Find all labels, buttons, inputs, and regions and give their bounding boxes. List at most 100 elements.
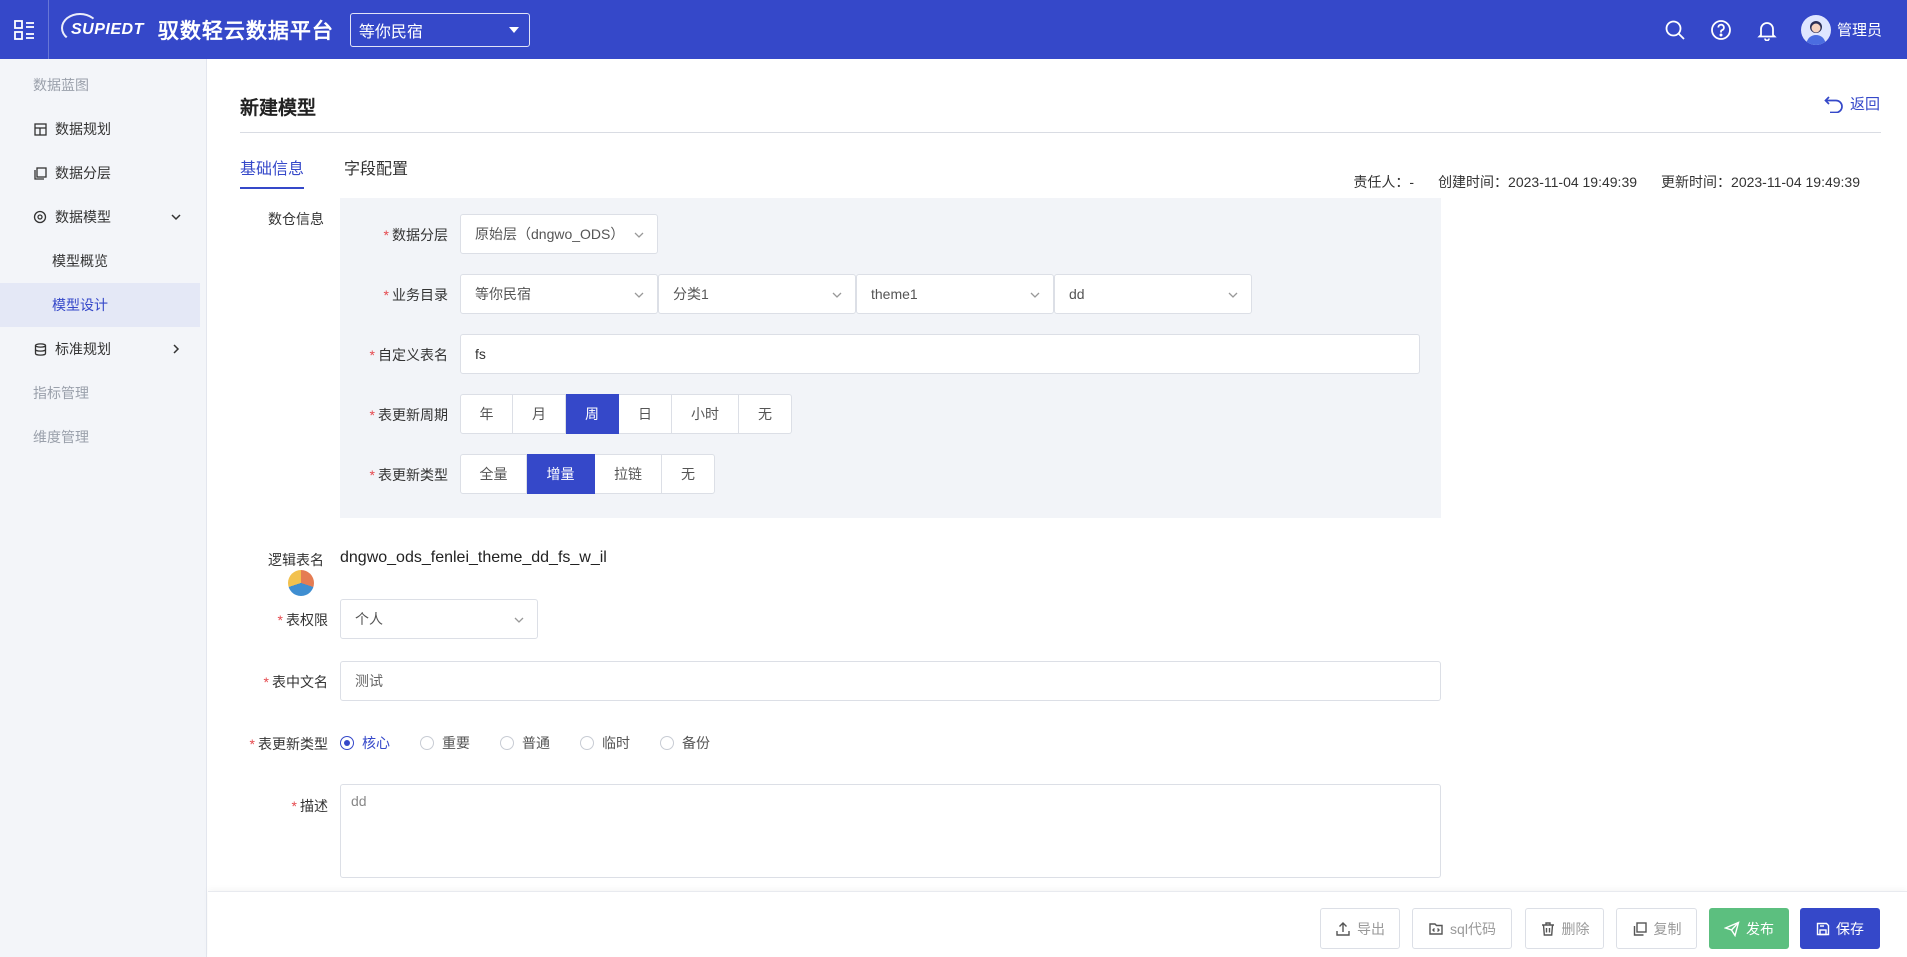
required-mark: * [291, 798, 297, 814]
update-type-option-zipper[interactable]: 拉链 [595, 454, 662, 494]
sidebar-item-label: 数据分层 [55, 165, 111, 181]
permission-select-value: 个人 [355, 611, 383, 627]
sql-code-button[interactable]: sql代码 [1412, 908, 1512, 949]
table-icon [33, 122, 47, 136]
copy-button[interactable]: 复制 [1616, 908, 1697, 949]
chevron-down-icon [634, 232, 644, 238]
required-mark: * [277, 612, 283, 628]
cn-name-label: * 表中文名 [213, 672, 328, 692]
layer-select[interactable]: 原始层（dngwo_ODS） [460, 214, 658, 254]
required-mark: * [249, 736, 255, 752]
catalog-select-3[interactable]: theme1 [856, 274, 1054, 314]
cycle-option-month[interactable]: 月 [513, 394, 566, 434]
delete-label: 删除 [1561, 920, 1590, 937]
description-textarea[interactable]: dd [340, 784, 1441, 878]
radio-label: 备份 [682, 735, 710, 751]
cycle-label: * 表更新周期 [333, 405, 448, 425]
catalog-select-2[interactable]: 分类1 [658, 274, 856, 314]
cycle-option-week[interactable]: 周 [566, 394, 619, 434]
sidebar-item-label: 标准规划 [55, 341, 111, 357]
cn-name-input[interactable]: 测试 [340, 661, 1441, 701]
sidebar-item-data-model[interactable]: 数据模型 [0, 195, 206, 239]
bell-icon[interactable] [1755, 18, 1779, 42]
publish-button[interactable]: 发布 [1709, 908, 1789, 949]
level-radio-backup[interactable]: 备份 [660, 733, 710, 753]
update-type-option-incremental[interactable]: 增量 [527, 454, 595, 494]
radio-label: 临时 [602, 735, 630, 751]
tab-field-config[interactable]: 字段配置 [344, 155, 408, 189]
brand-logo[interactable]: SUPIEDT 驭数轻云数据平台 [61, 12, 334, 45]
logic-name-label: 逻辑表名 [268, 552, 324, 568]
undo-icon [1824, 95, 1843, 113]
updated-time: 更新时间：2023-11-04 19:49:39 [1661, 174, 1860, 190]
required-mark: * [383, 287, 389, 303]
radio-dot [500, 736, 514, 750]
sidebar-item-data-layering[interactable]: 数据分层 [0, 151, 206, 195]
required-mark: * [369, 347, 375, 363]
dw-info-label: 数仓信息 [268, 211, 324, 227]
level-radio-core[interactable]: 核心 [340, 733, 390, 753]
level-radio-normal[interactable]: 普通 [500, 733, 550, 753]
sidebar-item-standard-planning[interactable]: 标准规划 [0, 327, 206, 371]
owner-text: 责任人：- [1353, 174, 1415, 190]
cycle-option-year[interactable]: 年 [460, 394, 513, 434]
sidebar-item-data-planning[interactable]: 数据规划 [0, 107, 206, 151]
permission-label-text: 表权限 [286, 612, 328, 628]
code-file-icon [1429, 922, 1443, 935]
cycle-option-none[interactable]: 无 [739, 394, 792, 434]
header-actions: 管理员 [1663, 0, 1882, 59]
tenant-select[interactable]: 等你民宿 [349, 12, 530, 47]
level-radio-important[interactable]: 重要 [420, 733, 470, 753]
catalog-select-1[interactable]: 等你民宿 [460, 274, 658, 314]
tab-basic-info[interactable]: 基础信息 [240, 155, 305, 189]
logic-name-badge [288, 570, 314, 596]
custom-name-label-text: 自定义表名 [378, 347, 448, 363]
radio-dot [340, 736, 354, 750]
sidebar-sub-model-overview[interactable]: 模型概览 [0, 239, 206, 283]
avatar [1800, 14, 1831, 45]
action-footer: 导出 sql代码 删除 复制 发布 保存 [208, 891, 1907, 957]
export-button[interactable]: 导出 [1320, 908, 1400, 949]
sidebar-group-metrics[interactable]: 指标管理 [0, 371, 206, 415]
catalog-select-value: 分类1 [673, 286, 709, 302]
level-radio-group: 核心 重要 普通 临时 备份 [340, 733, 710, 753]
desc-label-text: 描述 [300, 798, 328, 814]
level-label-text: 表更新类型 [258, 736, 328, 752]
sidebar-group-dimension[interactable]: 维度管理 [0, 415, 206, 459]
logo-mark: SUPIEDT [61, 12, 150, 43]
back-button[interactable]: 返回 [1824, 93, 1880, 114]
cycle-option-hour[interactable]: 小时 [672, 394, 739, 434]
level-radio-temporary[interactable]: 临时 [580, 733, 630, 753]
copy-label: 复制 [1653, 920, 1682, 937]
back-label: 返回 [1849, 96, 1880, 113]
user-menu[interactable]: 管理员 [1800, 14, 1882, 45]
send-icon [1724, 920, 1740, 937]
catalog-select-4[interactable]: dd [1054, 274, 1252, 314]
trash-icon [1541, 921, 1554, 936]
update-type-option-none[interactable]: 无 [662, 454, 715, 494]
copy-icon [1633, 921, 1647, 936]
cycle-option-day[interactable]: 日 [619, 394, 672, 434]
save-label: 保存 [1836, 920, 1864, 937]
cn-name-label-text: 表中文名 [272, 674, 328, 690]
export-label: 导出 [1357, 920, 1385, 937]
save-button[interactable]: 保存 [1800, 908, 1880, 949]
update-type-option-full[interactable]: 全量 [460, 454, 527, 494]
layer-select-value: 原始层（dngwo_ODS） [475, 226, 625, 242]
meta-info: 责任人：- 创建时间：2023-11-04 19:49:39 更新时间：2023… [1353, 172, 1860, 192]
permission-select[interactable]: 个人 [340, 599, 538, 639]
sidebar: 数据蓝图 数据规划 数据分层 数据模型 模型概览 模型设计 标准规划 指标管理 … [0, 59, 207, 957]
grid-menu-icon [14, 19, 34, 40]
sidebar-sub-model-design[interactable]: 模型设计 [0, 283, 200, 327]
layer-label-text: 数据分层 [392, 227, 448, 243]
custom-name-input[interactable]: fs [460, 334, 1420, 374]
logic-name-value: dngwo_ods_fenlei_theme_dd_fs_w_il [340, 549, 607, 566]
search-icon[interactable] [1663, 18, 1687, 42]
app-menu-button[interactable] [0, 0, 49, 59]
desc-label: * 描述 [213, 796, 328, 816]
permission-label: * 表权限 [213, 610, 328, 630]
delete-button[interactable]: 删除 [1525, 908, 1604, 949]
help-icon[interactable] [1709, 18, 1733, 42]
save-icon [1816, 922, 1830, 935]
upload-icon [1336, 921, 1350, 936]
